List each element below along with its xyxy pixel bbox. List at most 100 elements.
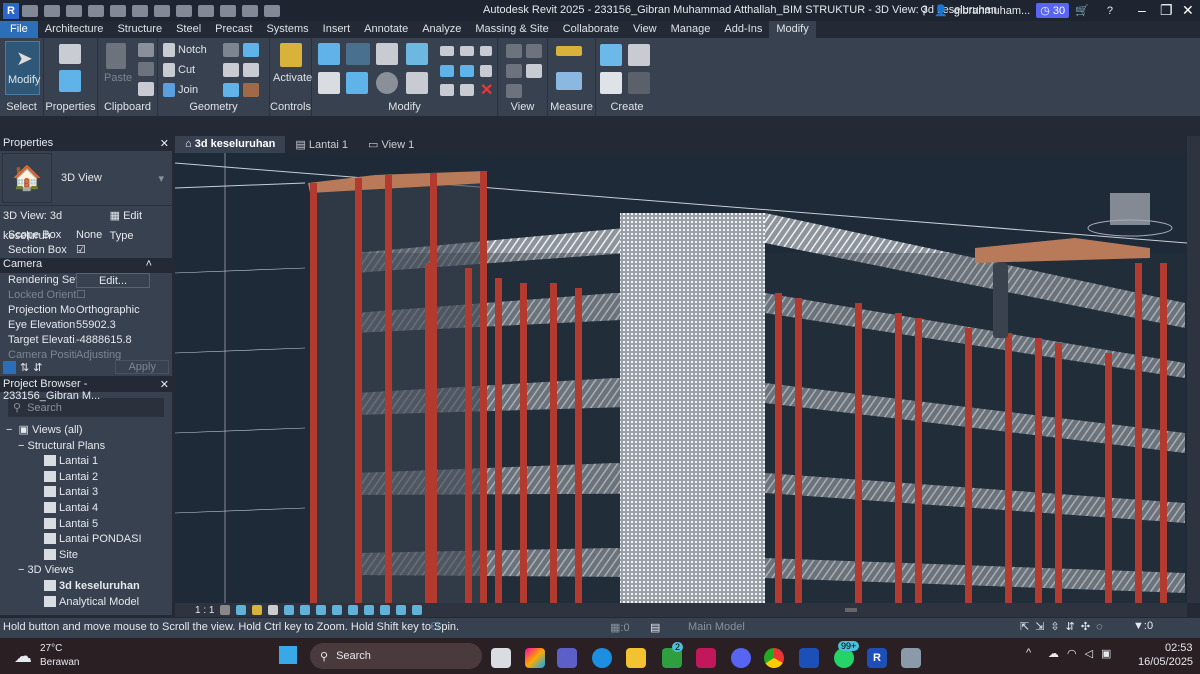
close-button[interactable]: ✕ — [1182, 2, 1194, 19]
minimize-button[interactable]: – — [1138, 2, 1146, 18]
revit-logo-icon[interactable]: R — [3, 2, 19, 19]
categorized-icon[interactable] — [3, 360, 16, 374]
copy-element-icon[interactable] — [346, 72, 368, 94]
modify-button[interactable]: ➤ Modify — [5, 41, 40, 95]
offset-icon[interactable] — [346, 43, 370, 65]
edit-type-button[interactable]: ▦ Edit Type — [110, 206, 167, 242]
print-icon[interactable] — [132, 4, 148, 17]
lock-3d-icon[interactable] — [332, 605, 343, 615]
reveal-constraints-icon[interactable] — [412, 605, 423, 615]
type-properties-icon[interactable] — [59, 44, 81, 64]
restore-button[interactable]: ❐ — [1160, 2, 1173, 19]
tree-item[interactable]: Site — [6, 548, 172, 564]
create-similar-icon[interactable] — [628, 72, 650, 94]
array-icon[interactable] — [440, 65, 454, 77]
chrome-icon[interactable] — [764, 648, 784, 668]
pin-icon[interactable] — [480, 46, 492, 56]
rendering-edit-button[interactable]: Edit... — [76, 273, 150, 288]
rendering-icon[interactable] — [284, 605, 295, 615]
cut-geometry-icon[interactable] — [163, 63, 175, 77]
design-option-select[interactable]: Main Model — [688, 621, 745, 633]
delete-icon[interactable]: ✕ — [480, 80, 493, 100]
sort-ascending-icon[interactable]: ⇅ — [20, 361, 29, 374]
discord-icon[interactable] — [731, 648, 751, 668]
highlight-displacement-icon[interactable] — [396, 605, 407, 615]
tab-steel[interactable]: Steel — [169, 21, 208, 38]
whatsapp-icon[interactable] — [834, 648, 854, 668]
sun-path-icon[interactable] — [252, 605, 263, 615]
align-icon[interactable] — [318, 43, 340, 65]
view-scale[interactable]: 1 : 1 — [195, 605, 214, 616]
mirror-axis-icon[interactable] — [376, 43, 398, 65]
locked-orientation-checkbox[interactable]: ☐ — [76, 288, 172, 303]
system-tray-icons[interactable]: ☁◠◁▣ — [1048, 647, 1119, 660]
wall-joins-icon[interactable] — [243, 43, 259, 57]
filter-view-icon[interactable] — [526, 64, 542, 78]
tree-item[interactable]: Lantai 4 — [6, 501, 172, 517]
view-tab-view-1[interactable]: ▭ View 1 — [358, 136, 424, 153]
show-hidden-icons[interactable]: ^ — [1026, 647, 1031, 659]
property-value[interactable]: -4888615.8 — [76, 333, 172, 348]
save-icon[interactable] — [44, 4, 60, 17]
vertical-scrollbar[interactable] — [1187, 136, 1200, 603]
tree-item[interactable]: Lantai 3 — [6, 485, 172, 501]
tab-file[interactable]: File — [0, 21, 38, 38]
design-options-icon[interactable]: ▤ — [650, 621, 660, 634]
clock-date[interactable]: 16/05/2025 — [1138, 656, 1193, 668]
cut-clipboard-icon[interactable] — [138, 43, 154, 57]
file-explorer-icon[interactable] — [626, 648, 646, 668]
close-properties-icon[interactable]: ✕ — [160, 137, 169, 150]
mirror-draw-icon[interactable] — [406, 43, 428, 65]
text-icon[interactable] — [176, 4, 192, 17]
tab-manage[interactable]: Manage — [664, 21, 718, 38]
create-parts-icon[interactable] — [600, 72, 622, 94]
close-browser-icon[interactable]: ✕ — [160, 378, 169, 391]
paste-icon[interactable] — [106, 43, 126, 69]
worksharing-icon[interactable]: ⚇ — [430, 620, 440, 633]
filter-icon[interactable]: ▼:0 — [1133, 620, 1153, 632]
tab-add-ins[interactable]: Add-Ins — [717, 21, 769, 38]
tree-structural-plans[interactable]: − Structural Plans — [6, 439, 172, 455]
tree-item[interactable]: Lantai 2 — [6, 470, 172, 486]
paint-icon[interactable] — [243, 63, 259, 77]
cart-icon[interactable]: 🛒 — [1075, 4, 1089, 17]
copilot-icon[interactable] — [525, 648, 545, 668]
join-icon[interactable] — [163, 83, 175, 97]
hide-element-icon[interactable] — [526, 44, 542, 58]
create-group-icon[interactable] — [628, 44, 650, 66]
start-button[interactable] — [279, 646, 297, 664]
tab-massing-site[interactable]: Massing & Site — [468, 21, 555, 38]
dimension-icon[interactable] — [556, 72, 582, 90]
switch-windows-icon[interactable] — [264, 4, 280, 17]
trim-extend-multiple-icon[interactable] — [460, 84, 474, 96]
split-icon[interactable] — [440, 46, 454, 56]
tab-structure[interactable]: Structure — [110, 21, 169, 38]
teams-icon[interactable] — [557, 648, 577, 668]
undo-icon[interactable] — [88, 4, 104, 17]
move-icon[interactable] — [318, 72, 340, 94]
revit-taskbar-icon[interactable]: R — [867, 648, 887, 668]
tab-view[interactable]: View — [626, 21, 664, 38]
tree-item[interactable]: Lantai PONDASI — [6, 532, 172, 548]
show-crop-icon[interactable] — [316, 605, 327, 615]
home-3d-icon[interactable] — [198, 4, 214, 17]
match-properties-icon[interactable] — [138, 82, 154, 96]
instance-filter[interactable]: 3D View: 3d keseluruh — [3, 206, 110, 242]
notch-button[interactable]: Notch — [178, 44, 207, 56]
tab-analyze[interactable]: Analyze — [415, 21, 468, 38]
3d-viewport[interactable] — [175, 153, 1187, 603]
selection-filters-icons[interactable]: ⇱⇲⇳⇵✣◌ — [1020, 620, 1109, 633]
trim-extend-single-icon[interactable] — [440, 84, 454, 96]
copy-icon[interactable] — [138, 62, 154, 76]
override-graphics-icon[interactable] — [506, 44, 522, 58]
detail-level-icon[interactable] — [220, 605, 231, 615]
binoculars-icon[interactable]: ⚲ — [920, 4, 928, 17]
tab-collaborate[interactable]: Collaborate — [556, 21, 626, 38]
tab-modify[interactable]: Modify — [769, 21, 816, 38]
navigation-bar[interactable] — [993, 263, 1008, 338]
view-tool-icon[interactable] — [506, 84, 522, 98]
user-name[interactable]: gibranmuham... — [954, 5, 1030, 17]
measure-distance-icon[interactable] — [556, 46, 582, 56]
unpin-icon[interactable] — [480, 65, 492, 77]
cut-button[interactable]: Cut — [178, 64, 195, 76]
